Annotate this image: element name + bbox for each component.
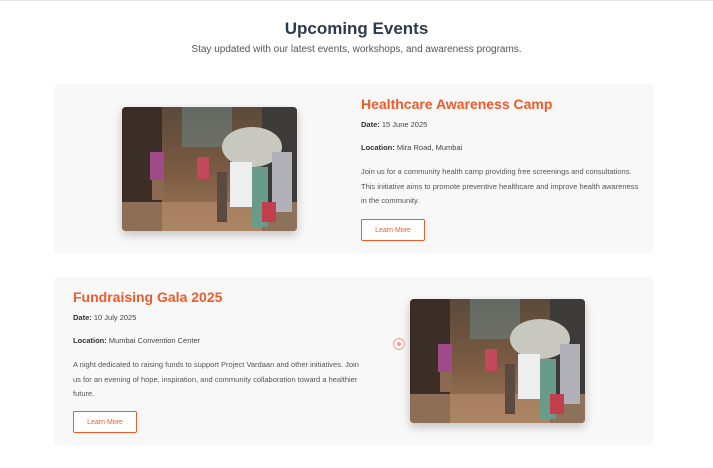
- event-description: A night dedicated to raising funds to su…: [73, 360, 359, 398]
- event-location: Location: Mumbai Convention Center: [73, 336, 201, 345]
- page-title: Upcoming Events: [284, 19, 429, 38]
- top-divider: [0, 0, 713, 1]
- event-photo: [410, 299, 585, 423]
- event-details: Fundraising Gala 2025 Date: 10 July 2025…: [73, 289, 363, 402]
- event-card-healthcare: Healthcare Awareness Camp Date: 15 June …: [54, 84, 654, 253]
- event-date: Date: 15 June 2025: [361, 120, 428, 129]
- circle-dot-icon[interactable]: [393, 338, 405, 350]
- event-date: Date: 10 July 2025: [73, 313, 137, 322]
- page-subtitle: Stay updated with our latest events, wor…: [191, 44, 522, 55]
- event-card-gala: Fundraising Gala 2025 Date: 10 July 2025…: [54, 277, 654, 445]
- event-location: Location: Mira Road, Mumbai: [361, 143, 463, 152]
- event-photo: [122, 107, 297, 231]
- event-description: Join us for a community health camp prov…: [361, 167, 639, 205]
- learn-more-button[interactable]: Learn More: [361, 219, 425, 241]
- event-title: Healthcare Awareness Camp: [361, 96, 553, 112]
- event-title: Fundraising Gala 2025: [73, 289, 223, 305]
- event-details: Healthcare Awareness Camp Date: 15 June …: [361, 96, 641, 209]
- learn-more-button[interactable]: Learn More: [73, 411, 137, 433]
